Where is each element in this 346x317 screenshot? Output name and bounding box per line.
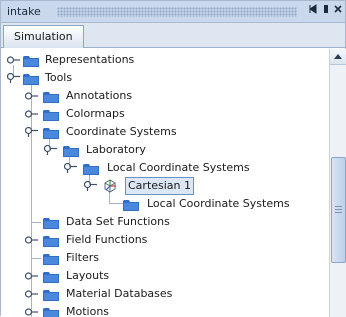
tree-connector <box>31 258 41 259</box>
folder-icon <box>43 289 59 301</box>
tree-item-label: Representations <box>45 53 135 66</box>
close-icon[interactable] <box>331 4 345 18</box>
tree-item-material-databases[interactable]: Material Databases <box>1 285 329 303</box>
tree-item-label: Annotations <box>66 89 133 102</box>
tree-item-cartesian-1[interactable]: Cartesian 1 <box>1 177 329 195</box>
coordinate-system-cube-icon <box>102 178 118 194</box>
tree-item-local-coordinate-systems[interactable]: Local Coordinate Systems <box>1 159 329 177</box>
tree-item-label: Coordinate Systems <box>66 125 177 138</box>
vertical-scrollbar[interactable] <box>329 49 346 317</box>
folder-icon <box>123 199 139 211</box>
tree-panel-window: intake Simulation Representations Tools … <box>0 0 346 317</box>
scroll-up-button[interactable] <box>330 49 346 65</box>
folder-icon <box>23 73 39 85</box>
tree-item-label: Field Functions <box>66 233 148 246</box>
scrollbar-grip <box>335 209 342 210</box>
tab-simulation[interactable]: Simulation <box>3 25 84 48</box>
tree-item-label: Laboratory <box>86 143 146 156</box>
collapsed-handle-icon[interactable] <box>25 91 38 101</box>
tree-item-label: Cartesian 1 <box>125 177 195 195</box>
tree-item-nested-local-coordinate-systems[interactable]: Local Coordinate Systems <box>1 195 329 213</box>
expanded-handle-icon[interactable] <box>25 127 38 137</box>
simulation-tree: Representations Tools Annotations Colorm… <box>1 49 329 317</box>
folder-icon <box>63 145 79 157</box>
tree-item-label: Material Databases <box>66 287 173 300</box>
tree-item-label: Colormaps <box>66 107 125 120</box>
tab-strip: Simulation <box>1 23 345 48</box>
tree-item-layouts[interactable]: Layouts <box>1 267 329 285</box>
expanded-handle-icon[interactable] <box>7 73 20 83</box>
scrollbar-grip <box>335 206 342 207</box>
expanded-handle-icon[interactable] <box>64 163 77 173</box>
tree-item-annotations[interactable]: Annotations <box>1 87 329 105</box>
folder-icon <box>23 55 39 67</box>
tree-item-colormaps[interactable]: Colormaps <box>1 105 329 123</box>
folder-icon <box>43 217 59 229</box>
folder-icon <box>43 109 59 121</box>
tree-item-coordinate-systems[interactable]: Coordinate Systems <box>1 123 329 141</box>
folder-icon <box>43 127 59 139</box>
folder-icon <box>83 163 99 175</box>
tree-item-representations[interactable]: Representations <box>1 51 329 69</box>
tree-item-label: Local Coordinate Systems <box>107 161 250 174</box>
tree-item-label: Tools <box>45 71 73 84</box>
tree-item-label: Filters <box>66 251 99 264</box>
collapsed-handle-icon[interactable] <box>25 109 38 119</box>
title-grip[interactable] <box>57 7 297 17</box>
tree-item-filters[interactable]: Filters <box>1 249 329 267</box>
folder-icon <box>43 253 59 265</box>
tree-item-tools[interactable]: Tools <box>1 69 329 87</box>
scrollbar-thumb[interactable] <box>331 157 346 263</box>
tree-item-motions[interactable]: Motions <box>1 303 329 317</box>
tree-item-data-set-functions[interactable]: Data Set Functions <box>1 213 329 231</box>
pin-icon[interactable] <box>306 4 320 18</box>
tree-item-label: Motions <box>66 305 110 317</box>
collapsed-handle-icon[interactable] <box>7 55 20 65</box>
tree-item-label: Local Coordinate Systems <box>147 197 290 210</box>
folder-icon <box>43 91 59 103</box>
title-bar[interactable]: intake <box>1 1 345 23</box>
scrollbar-grip <box>335 212 342 213</box>
folder-icon <box>43 271 59 283</box>
tree-item-field-functions[interactable]: Field Functions <box>1 231 329 249</box>
expanded-handle-icon[interactable] <box>44 145 57 155</box>
tree-item-label: Data Set Functions <box>66 215 170 228</box>
collapsed-handle-icon[interactable] <box>25 235 38 245</box>
collapsed-handle-icon[interactable] <box>25 289 38 299</box>
chevron-up-icon <box>334 54 342 59</box>
folder-icon <box>43 235 59 247</box>
collapsed-handle-icon[interactable] <box>25 271 38 281</box>
tree-connector <box>31 222 41 223</box>
tree-item-label: Layouts <box>66 269 110 282</box>
window-title: intake <box>7 5 41 18</box>
tree-item-laboratory[interactable]: Laboratory <box>1 141 329 159</box>
expanded-handle-icon[interactable] <box>84 181 97 191</box>
